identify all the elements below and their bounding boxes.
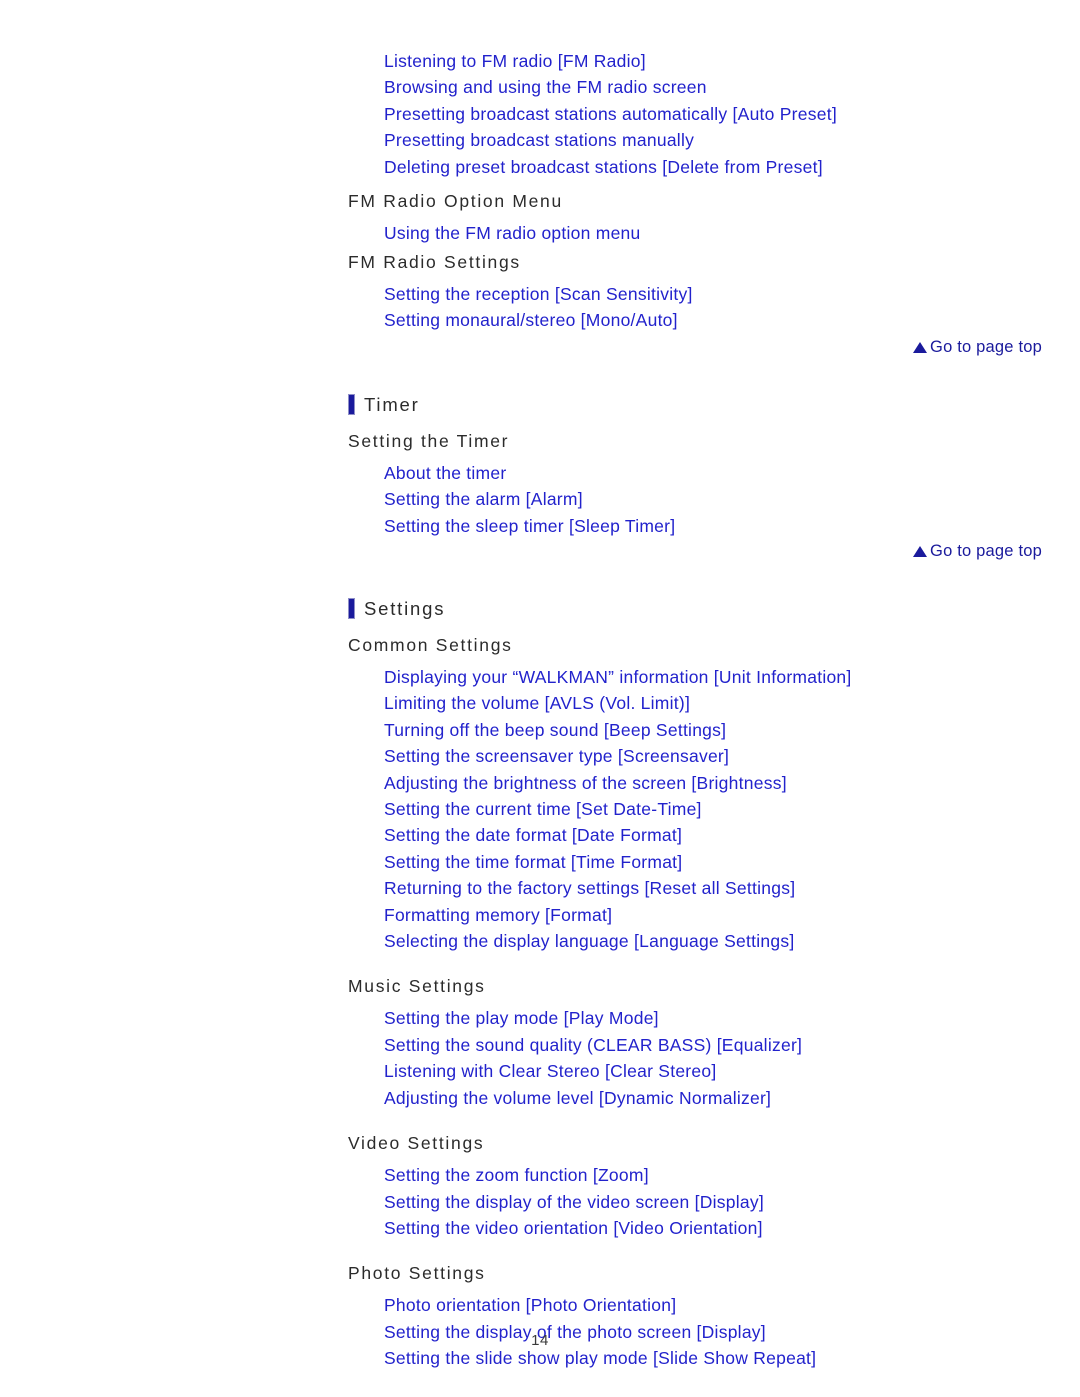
toc-link[interactable]: Setting the display of the video screen … (384, 1189, 1080, 1215)
triangle-up-icon (913, 342, 928, 353)
toc-link[interactable]: Setting the reception [Scan Sensitivity] (384, 281, 1080, 307)
sub-section-header: FM Radio Option Menu (348, 191, 563, 211)
toc-link[interactable]: Setting the play mode [Play Mode] (384, 1005, 1080, 1031)
toc-link[interactable]: Deleting preset broadcast stations [Dele… (384, 154, 1080, 180)
toc-link[interactable]: Setting the date format [Date Format] (384, 822, 1080, 848)
sub-section-header: Photo Settings (348, 1263, 486, 1284)
go-to-page-top-label: Go to page top (930, 338, 1042, 356)
triangle-up-icon (913, 546, 928, 557)
toc-link[interactable]: Photo orientation [Photo Orientation] (384, 1292, 1080, 1318)
section-settings: Settings Common Settings Displaying your… (0, 596, 1080, 1372)
section-bar-icon (348, 598, 355, 619)
toc-link[interactable]: Adjusting the brightness of the screen [… (384, 770, 1080, 796)
go-to-page-top-link[interactable]: Go to page top (913, 541, 1042, 561)
toc-link[interactable]: Setting the sleep timer [Sleep Timer] (384, 513, 1080, 539)
toc-link[interactable]: Returning to the factory settings [Reset… (384, 875, 1080, 901)
group-fm-radio-option-menu: FM Radio Option Menu Using the FM radio … (0, 188, 1080, 246)
toc-link[interactable]: Setting the video orientation [Video Ori… (384, 1215, 1080, 1241)
section-fm-radio: Listening to FM radio [FM Radio] Browsin… (0, 48, 1080, 180)
toc-link[interactable]: Setting the slide show play mode [Slide … (384, 1345, 1080, 1371)
toc-link[interactable]: Adjusting the volume level [Dynamic Norm… (384, 1085, 1080, 1111)
toc-link[interactable]: Formatting memory [Format] (384, 902, 1080, 928)
sub-section-header: Video Settings (348, 1133, 485, 1154)
toc-link[interactable]: Setting the zoom function [Zoom] (384, 1162, 1080, 1188)
section-heading-settings: Settings (348, 596, 1080, 622)
sub-section-header: Music Settings (348, 976, 486, 997)
go-to-page-top-label: Go to page top (930, 542, 1042, 560)
toc-link[interactable]: Setting the alarm [Alarm] (384, 486, 1080, 512)
toc-link[interactable]: Setting the sound quality (CLEAR BASS) [… (384, 1032, 1080, 1058)
toc-link[interactable]: Displaying your “WALKMAN” information [U… (384, 664, 1080, 690)
sub-section-header: FM Radio Settings (348, 252, 521, 272)
page-number: 14 (531, 1332, 549, 1349)
toc-link[interactable]: Selecting the display language [Language… (384, 928, 1080, 954)
toc-link[interactable]: Browsing and using the FM radio screen (384, 74, 1080, 100)
toc-link[interactable]: Setting the current time [Set Date-Time] (384, 796, 1080, 822)
toc-link[interactable]: Listening with Clear Stereo [Clear Stere… (384, 1058, 1080, 1084)
section-heading-label: Settings (364, 598, 446, 619)
section-heading-timer: Timer (348, 392, 1080, 418)
toc-link[interactable]: Listening to FM radio [FM Radio] (384, 48, 1080, 74)
go-to-page-top-link[interactable]: Go to page top (913, 337, 1042, 357)
sub-section-header: Setting the Timer (348, 431, 510, 451)
toc-link[interactable]: Limiting the volume [AVLS (Vol. Limit)] (384, 690, 1080, 716)
section-heading-label: Timer (364, 394, 420, 415)
toc-link[interactable]: Presetting broadcast stations manually (384, 127, 1080, 153)
group-fm-radio-settings: FM Radio Settings Setting the reception … (0, 249, 1080, 334)
manual-page: Listening to FM radio [FM Radio] Browsin… (0, 0, 1080, 1397)
toc-link[interactable]: About the timer (384, 460, 1080, 486)
toc-link[interactable]: Setting the screensaver type [Screensave… (384, 743, 1080, 769)
toc-link[interactable]: Turning off the beep sound [Beep Setting… (384, 717, 1080, 743)
section-bar-icon (348, 394, 355, 415)
toc-link[interactable]: Using the FM radio option menu (384, 220, 1080, 246)
toc-link[interactable]: Presetting broadcast stations automatica… (384, 101, 1080, 127)
toc-link[interactable]: Setting monaural/stereo [Mono/Auto] (384, 307, 1080, 333)
toc-link[interactable]: Setting the time format [Time Format] (384, 849, 1080, 875)
sub-section-header: Common Settings (348, 635, 513, 655)
section-timer: Timer Setting the Timer About the timer … (0, 392, 1080, 539)
